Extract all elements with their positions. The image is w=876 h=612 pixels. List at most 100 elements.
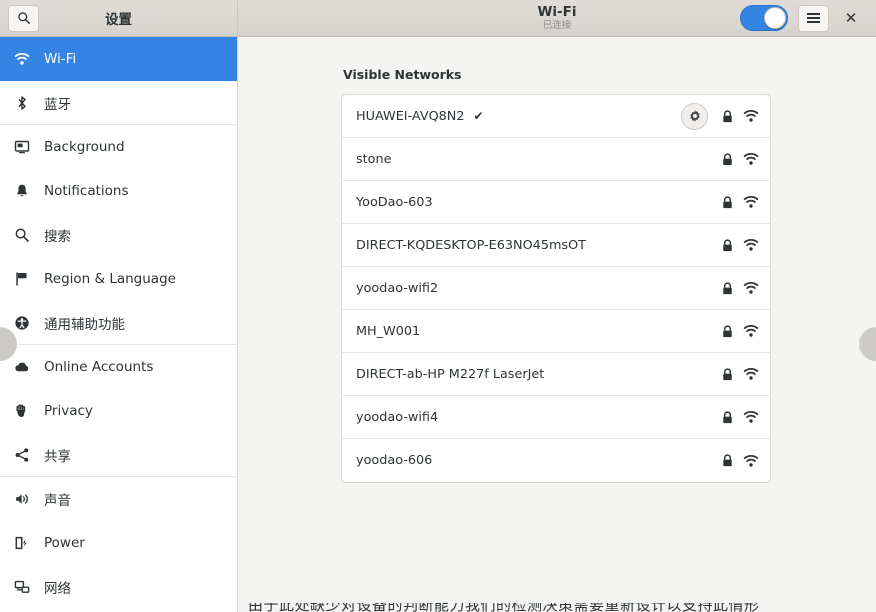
network-ssid: DIRECT-ab-HP M227f LaserJet	[356, 366, 545, 382]
lock-icon	[719, 453, 735, 469]
network-row[interactable]: MH_W001	[342, 310, 770, 353]
sound-icon	[13, 491, 30, 508]
sidebar-item-label: 声音	[44, 493, 71, 509]
hamburger-menu-icon	[807, 21, 820, 23]
sidebar-item-label: Region & Language	[44, 271, 176, 287]
window-body: Wi-Fi 蓝牙 Background Notifications 搜索 Region &…	[0, 37, 876, 612]
lock-icon	[719, 237, 735, 253]
sidebar-item-label: Wi-Fi	[44, 51, 77, 67]
content-header: Wi-Fi 已连接 ✕	[238, 0, 876, 36]
search-button[interactable]	[8, 4, 39, 32]
share-icon	[13, 446, 30, 463]
sidebar-item-5[interactable]: Region & Language	[0, 257, 237, 301]
network-row-controls	[719, 409, 759, 425]
bluetooth-icon	[13, 94, 30, 111]
sidebar-item-8[interactable]: Privacy	[0, 389, 237, 433]
wifi-panel: Visible Networks HUAWEI-AVQ8N2 ✔ stone YooD…	[238, 37, 876, 612]
network-row-controls	[719, 194, 759, 210]
menu-button[interactable]	[798, 4, 829, 32]
sidebar-item-label: Notifications	[44, 183, 129, 199]
close-button[interactable]: ✕	[839, 6, 863, 30]
network-ssid: YooDao-603	[356, 194, 433, 210]
sidebar-item-10[interactable]: 声音	[0, 477, 237, 521]
wifi-signal-icon	[743, 323, 759, 339]
sidebar-item-label: Power	[44, 535, 85, 551]
lock-icon	[719, 108, 735, 124]
network-ssid: HUAWEI-AVQ8N2	[356, 108, 465, 124]
hamburger-menu-icon	[807, 13, 820, 15]
network-row-controls	[719, 323, 759, 339]
sidebar-item-label: Background	[44, 139, 125, 155]
sidebar-item-7[interactable]: Online Accounts	[0, 345, 237, 389]
network-row[interactable]: yoodao-wifi2	[342, 267, 770, 310]
search-icon	[13, 227, 30, 244]
header-bar: 设置 Wi-Fi 已连接 ✕	[0, 0, 876, 37]
connected-check-icon: ✔	[473, 109, 484, 123]
wifi-signal-icon	[743, 237, 759, 253]
sidebar-item-3[interactable]: Notifications	[0, 169, 237, 213]
sidebar-item-label: 共享	[44, 448, 71, 465]
network-row-controls	[719, 237, 759, 253]
background-icon	[13, 139, 30, 156]
toggle-knob	[764, 7, 786, 29]
sidebar-item-11[interactable]: Power	[0, 521, 237, 565]
network-list: HUAWEI-AVQ8N2 ✔ stone YooDao-603 DIRECT-KQDE…	[341, 94, 771, 483]
cloud-icon	[13, 359, 30, 376]
hamburger-menu-icon	[807, 17, 820, 19]
network-row[interactable]: yoodao-606	[342, 439, 770, 482]
network-row[interactable]: stone	[342, 138, 770, 181]
wifi-signal-icon	[743, 108, 759, 124]
sidebar-item-label: 网络	[44, 581, 71, 597]
lock-icon	[719, 409, 735, 425]
search-icon	[17, 11, 31, 25]
lock-icon	[719, 194, 735, 210]
flag-icon	[13, 271, 30, 288]
sidebar-item-label: 通用辅助功能	[44, 316, 125, 333]
sidebar-item-12[interactable]: 网络	[0, 565, 237, 609]
sidebar-item-label: 蓝牙	[44, 96, 71, 113]
sidebar-item-9[interactable]: 共享	[0, 433, 237, 477]
wifi-signal-icon	[743, 366, 759, 382]
wifi-icon	[13, 51, 30, 68]
sidebar-item-label: Online Accounts	[44, 359, 154, 375]
page-title: Wi-Fi	[537, 4, 577, 21]
sidebar-item-4[interactable]: 搜索	[0, 213, 237, 257]
network-icon	[13, 579, 30, 596]
network-row[interactable]: yoodao-wifi4	[342, 396, 770, 439]
sidebar-item-label: Privacy	[44, 403, 93, 419]
wifi-signal-icon	[743, 151, 759, 167]
network-row-controls	[719, 453, 759, 469]
clipped-bottom-text-strip: 由于此处缺少对设备的判断能力我们的检测决策需要重新设计以支持此情形	[239, 603, 876, 612]
network-ssid: yoodao-606	[356, 453, 433, 468]
sidebar-item-6[interactable]: 通用辅助功能	[0, 301, 237, 345]
section-title: Visible Networks	[343, 67, 462, 82]
sidebar-header: 设置	[0, 0, 238, 36]
visible-networks-section: Visible Networks HUAWEI-AVQ8N2 ✔ stone YooD…	[341, 67, 771, 483]
sidebar-item-1[interactable]: 蓝牙	[0, 81, 237, 125]
power-battery-icon	[13, 535, 30, 552]
network-row[interactable]: YooDao-603	[342, 181, 770, 224]
sidebar-item-2[interactable]: Background	[0, 125, 237, 169]
gear-icon	[688, 109, 702, 123]
network-row[interactable]: DIRECT-ab-HP M227f LaserJet	[342, 353, 770, 396]
lock-icon	[719, 323, 735, 339]
network-row-controls	[719, 280, 759, 296]
sidebar-item-0[interactable]: Wi-Fi	[0, 37, 237, 81]
header-controls: ✕	[740, 4, 876, 32]
network-ssid: DIRECT-KQDESKTOP-E63NO45msOT	[356, 237, 586, 253]
accessibility-icon	[13, 314, 30, 331]
network-row-controls	[719, 151, 759, 167]
network-ssid: yoodao-wifi2	[356, 280, 439, 296]
wifi-toggle-switch[interactable]	[740, 5, 788, 31]
wifi-settings-gear-button[interactable]	[681, 102, 708, 130]
network-ssid: stone	[356, 151, 392, 167]
network-row[interactable]: DIRECT-KQDESKTOP-E63NO45msOT	[342, 224, 770, 267]
lock-icon	[719, 151, 735, 167]
wifi-signal-icon	[743, 280, 759, 296]
lock-icon	[719, 366, 735, 382]
network-row[interactable]: HUAWEI-AVQ8N2 ✔	[342, 95, 770, 138]
hand-icon	[13, 403, 30, 420]
wifi-signal-icon	[743, 194, 759, 210]
network-row-controls	[719, 366, 759, 382]
wifi-signal-icon	[743, 409, 759, 425]
